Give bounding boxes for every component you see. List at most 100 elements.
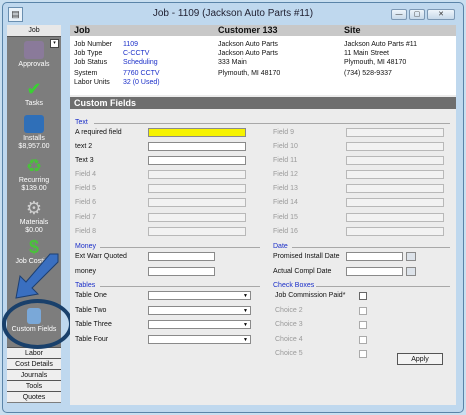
field-label: Field 8 — [75, 228, 97, 235]
calendar-icon[interactable] — [406, 252, 416, 261]
text-section-label: Text — [75, 119, 88, 126]
field-label: Field 6 — [75, 199, 97, 206]
sidebar-header: Job — [7, 25, 61, 37]
customer-title: Customer 133 — [218, 25, 278, 35]
table-two-select[interactable]: ▼ — [148, 306, 251, 315]
field-label: Field 13 — [273, 185, 298, 192]
field-label: Field 14 — [273, 199, 298, 206]
sidebar-item-approvals[interactable]: Approvals — [7, 41, 61, 69]
sidebar-item-recurring[interactable]: ♻ Recurring $139.00 — [7, 157, 61, 193]
sidebar-item-installs[interactable]: Installs $8,957.00 — [7, 115, 61, 151]
sidebar-item-materials[interactable]: ⚙ Materials $0.00 — [7, 199, 61, 235]
sidebar-item-sub: $0.00 — [25, 227, 43, 234]
customer-line: Jackson Auto Parts — [218, 50, 278, 57]
minimize-button[interactable]: — — [391, 9, 407, 20]
field4-input[interactable] — [148, 170, 246, 179]
sidebar-item-label: Materials — [19, 219, 49, 226]
job-type-value[interactable]: C-CCTV — [123, 50, 149, 58]
sidebar-item-journals[interactable]: Journals — [7, 369, 61, 380]
recurring-icon: ♻ — [25, 156, 43, 176]
table-four-select[interactable]: ▼ — [148, 335, 251, 344]
job-number-value[interactable]: 1109 — [123, 41, 138, 49]
table-label: Table Two — [75, 307, 107, 314]
maximize-button[interactable]: ▢ — [409, 9, 425, 20]
site-line: (734) 528-9337 — [344, 70, 392, 77]
field-label: text 2 — [75, 143, 93, 150]
field11-input[interactable] — [346, 156, 444, 165]
field-label: Field 12 — [273, 171, 298, 178]
table-one-select[interactable]: ▼ — [148, 291, 251, 300]
field-label: Field 9 — [273, 129, 295, 136]
field-label: Field 4 — [75, 171, 97, 178]
field13-input[interactable] — [346, 184, 444, 193]
field12-input[interactable] — [346, 170, 444, 179]
field10-input[interactable] — [346, 142, 444, 151]
choice3-checkbox[interactable] — [359, 321, 367, 329]
sidebar-item-sub: $8,957.00 — [18, 143, 50, 150]
required-field-input[interactable] — [148, 128, 246, 137]
field-label: Field 11 — [273, 157, 298, 164]
money-input[interactable] — [148, 267, 215, 276]
checkbox-label: Choice 2 — [275, 307, 303, 314]
job-header: Job Customer 133 Site Job Number 1109 Jo… — [70, 25, 456, 95]
system-value[interactable]: 7760 CCTV — [123, 70, 160, 78]
divider — [292, 247, 450, 248]
checkbox-section-label: Check Boxes — [273, 282, 315, 289]
job-status-label: Job Status — [74, 59, 108, 66]
divider — [94, 123, 450, 124]
apply-button[interactable]: Apply — [397, 353, 443, 365]
field8-input[interactable] — [148, 227, 246, 236]
choice5-checkbox[interactable] — [359, 350, 367, 358]
checkbox-label: Job Commission Paid* — [275, 292, 346, 299]
field5-input[interactable] — [148, 184, 246, 193]
choice4-checkbox[interactable] — [359, 336, 367, 344]
sidebar-item-label: Approvals — [18, 61, 50, 68]
field16-input[interactable] — [346, 227, 444, 236]
field-label: Field 7 — [75, 214, 97, 221]
gear-icon: ⚙ — [25, 198, 43, 218]
field14-input[interactable] — [346, 198, 444, 207]
site-line: Jackson Auto Parts #11 — [344, 41, 418, 48]
tables-section-label: Tables — [75, 282, 96, 289]
text3-input[interactable] — [148, 156, 246, 165]
sidebar-item-tools[interactable]: Tools — [7, 380, 61, 391]
divider — [316, 286, 450, 287]
commission-paid-checkbox[interactable] — [359, 292, 367, 300]
labor-units-value[interactable]: 32 (0 Used) — [123, 79, 160, 87]
sidebar-item-label: Tasks — [25, 100, 43, 107]
site-line: 11 Main Street — [344, 50, 390, 57]
field15-input[interactable] — [346, 213, 444, 222]
promised-install-date-input[interactable] — [346, 252, 403, 261]
chevron-down-icon: ▼ — [243, 293, 248, 299]
field-label: Field 15 — [273, 214, 298, 221]
system-label: System — [74, 70, 98, 77]
sidebar-item-sub: $139.00 — [21, 185, 47, 192]
job-status-value[interactable]: Scheduling — [123, 59, 158, 67]
chevron-down-icon: ▼ — [243, 322, 248, 328]
text2-input[interactable] — [148, 142, 246, 151]
checkbox-label: Choice 5 — [275, 350, 303, 357]
field6-input[interactable] — [148, 198, 246, 207]
table-label: Table Four — [75, 336, 109, 343]
divider — [100, 286, 260, 287]
title-bar: ▤ Job - 1109 (Jackson Auto Parts #11) — … — [3, 3, 463, 25]
choice2-checkbox[interactable] — [359, 307, 367, 315]
table-three-select[interactable]: ▼ — [148, 320, 251, 329]
chevron-down-icon: ▼ — [243, 337, 248, 343]
calendar-icon[interactable] — [406, 267, 416, 276]
job-type-label: Job Type — [74, 50, 103, 57]
customer-line: Plymouth, MI 48170 — [218, 70, 281, 77]
sidebar-item-quotes[interactable]: Quotes — [7, 391, 61, 402]
chevron-down-icon: ▼ — [243, 308, 248, 314]
actual-compl-date-input[interactable] — [346, 267, 403, 276]
close-button[interactable]: ✕ — [427, 9, 455, 20]
ext-warr-input[interactable] — [148, 252, 215, 261]
sidebar-item-cost-details[interactable]: Cost Details — [7, 358, 61, 369]
site-title: Site — [344, 25, 361, 35]
field-label: Field 16 — [273, 228, 298, 235]
labor-units-label: Labor Units — [74, 79, 110, 86]
field-label: Text 3 — [75, 157, 94, 164]
field9-input[interactable] — [346, 128, 444, 137]
sidebar-item-tasks[interactable]: ✔ Tasks — [7, 80, 61, 108]
field7-input[interactable] — [148, 213, 246, 222]
